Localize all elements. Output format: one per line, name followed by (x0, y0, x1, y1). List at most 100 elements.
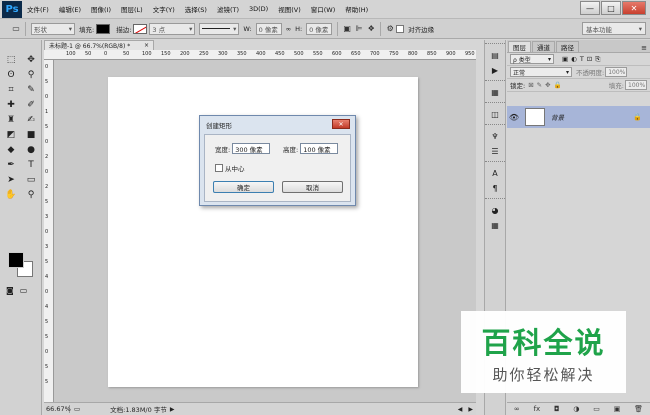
panel-grip[interactable] (485, 102, 505, 106)
panel-grip[interactable] (485, 124, 505, 128)
menu-view[interactable]: 视图(V) (273, 4, 306, 14)
foreground-color[interactable] (8, 252, 24, 268)
history-brush-tool-icon[interactable]: ✍ (21, 112, 41, 127)
panel-grip[interactable] (485, 80, 505, 84)
panel-menu-icon[interactable]: ≡ (641, 44, 647, 52)
menu-filter[interactable]: 滤镜(T) (212, 4, 244, 14)
crop-tool-icon[interactable]: ⌗ (1, 82, 21, 97)
panel-grip[interactable] (485, 198, 505, 202)
character-panel-icon[interactable]: A (485, 166, 505, 180)
marquee-tool-icon[interactable]: ⬚ (1, 52, 21, 67)
pen-tool-icon[interactable]: ✒ (1, 157, 21, 172)
opacity-field[interactable]: 100% (605, 67, 628, 77)
filter-icons[interactable]: ▣◐T⊡⎘ (562, 55, 603, 64)
tab-channels[interactable]: 通道 (532, 41, 555, 52)
scroll-left-icon[interactable]: ◀ (458, 406, 463, 413)
blend-mode-select[interactable]: 正常 ▾ (510, 67, 572, 77)
cancel-button[interactable]: 取消 (282, 181, 343, 193)
actions-panel-icon[interactable]: ▶ (485, 63, 505, 77)
zoom-level[interactable]: 66.67% (44, 405, 71, 413)
menu-window[interactable]: 窗口(W) (306, 4, 341, 14)
layer-row-background[interactable]: 👁 背景 🔒 (507, 106, 650, 128)
path-operations-icon[interactable]: ▣ (341, 23, 353, 35)
fill-field[interactable]: 100% (625, 80, 647, 90)
tab-paths[interactable]: 路径 (556, 41, 579, 52)
swatches-panel-icon[interactable]: ▦ (485, 218, 505, 232)
menu-select[interactable]: 选择(S) (180, 4, 212, 14)
properties-panel-icon[interactable]: ◫ (485, 107, 505, 121)
minimize-button[interactable]: — (580, 1, 600, 15)
link-layers-icon[interactable]: ∞ (514, 405, 520, 413)
height-field[interactable]: 0 像素 (306, 22, 333, 35)
menu-layer[interactable]: 图层(L) (116, 4, 148, 14)
stroke-color-swatch[interactable] (133, 23, 148, 34)
tool-mode-select[interactable]: 形状 ▾ (31, 22, 75, 35)
status-menu-arrow-icon[interactable]: ▶ (170, 406, 175, 413)
move-tool-icon[interactable]: ✥ (21, 52, 41, 67)
stroke-width-field[interactable]: 3 点 ▾ (149, 22, 196, 35)
document-tab[interactable]: 未标题-1 @ 66.7%(RGB/8) * × (44, 40, 154, 50)
layer-name[interactable]: 背景 (551, 112, 564, 122)
trash-icon[interactable]: 🗑 (634, 405, 643, 413)
quick-select-tool-icon[interactable]: ⚲ (21, 67, 41, 82)
layer-mask-icon[interactable]: ◘ (554, 405, 560, 413)
brush-panel-icon[interactable]: ♆ (485, 129, 505, 143)
menu-file[interactable]: 文件(F) (22, 4, 54, 14)
lock-icons[interactable]: ⊠✎✥🔒 (528, 81, 564, 89)
clone-stamp-tool-icon[interactable]: ♜ (1, 112, 21, 127)
from-center-checkbox[interactable] (215, 164, 223, 172)
type-tool-icon[interactable]: T (21, 157, 41, 172)
eyedropper-tool-icon[interactable]: ✎ (21, 82, 41, 97)
menu-edit[interactable]: 编辑(E) (54, 4, 86, 14)
layer-kind-filter[interactable]: ρ 类型 ▾ (510, 54, 554, 64)
fill-color-swatch[interactable] (96, 23, 111, 34)
info-panel-icon[interactable]: ▦ (485, 85, 505, 99)
width-field[interactable]: 0 像素 (255, 22, 282, 35)
close-window-button[interactable]: ✕ (622, 1, 646, 15)
rectangle-tool-preset-icon[interactable]: ▭ (10, 23, 22, 35)
dodge-tool-icon[interactable]: ● (21, 142, 41, 157)
brush-tool-icon[interactable]: ✐ (21, 97, 41, 112)
panel-grip[interactable] (485, 43, 505, 47)
brush-presets-icon[interactable]: ☰ (485, 144, 505, 158)
stroke-type-select[interactable]: ▾ (199, 22, 240, 35)
eraser-tool-icon[interactable]: ◩ (1, 127, 21, 142)
path-select-tool-icon[interactable]: ➤ (1, 172, 21, 187)
healing-brush-tool-icon[interactable]: ✚ (1, 97, 21, 112)
link-icon[interactable]: ∞ (286, 25, 291, 33)
new-layer-icon[interactable]: ▣ (614, 405, 621, 413)
status-preview-icon[interactable]: ▭ (74, 405, 80, 413)
close-tab-icon[interactable]: × (144, 42, 149, 49)
history-panel-icon[interactable]: ▤ (485, 48, 505, 62)
layer-style-icon[interactable]: fx (534, 405, 541, 413)
ok-button[interactable]: 确定 (213, 181, 274, 193)
rectangle-tool-icon[interactable]: ▭ (21, 172, 41, 187)
blur-tool-icon[interactable]: ◆ (1, 142, 21, 157)
maximize-button[interactable]: □ (601, 1, 621, 15)
panel-grip[interactable] (485, 161, 505, 165)
zoom-tool-icon[interactable]: ⚲ (21, 187, 41, 202)
gear-icon[interactable]: ⚙ (384, 23, 396, 35)
adjustment-layer-icon[interactable]: ◑ (573, 405, 579, 413)
color-panel-icon[interactable]: ◕ (485, 203, 505, 217)
eye-icon[interactable]: 👁 (507, 113, 521, 122)
quick-mask-icon[interactable]: ◙ (6, 286, 14, 295)
new-group-icon[interactable]: ▭ (593, 405, 600, 413)
height-input[interactable]: 100 像素 (300, 143, 339, 154)
from-center-label[interactable]: 从中心 (225, 163, 245, 173)
hand-tool-icon[interactable]: ✋ (1, 187, 21, 202)
width-input[interactable]: 300 像素 (232, 143, 271, 154)
path-arrangement-icon[interactable]: ❖ (365, 23, 377, 35)
workspace-select[interactable]: 基本功能 ▾ (582, 22, 646, 35)
gradient-tool-icon[interactable]: ■ (21, 127, 41, 142)
path-alignment-icon[interactable]: ⊫ (353, 23, 365, 35)
menu-3d[interactable]: 3D(D) (244, 5, 273, 13)
lasso-tool-icon[interactable]: ʘ (1, 67, 21, 82)
tab-layers[interactable]: 图层 (508, 41, 531, 52)
close-icon[interactable]: ✕ (332, 119, 350, 129)
color-swatches[interactable] (8, 252, 36, 280)
menu-type[interactable]: 文字(Y) (148, 4, 180, 14)
menu-help[interactable]: 帮助(H) (340, 4, 373, 14)
scroll-right-icon[interactable]: ▶ (468, 406, 473, 413)
screen-mode-icon[interactable]: ▭ (20, 286, 28, 295)
